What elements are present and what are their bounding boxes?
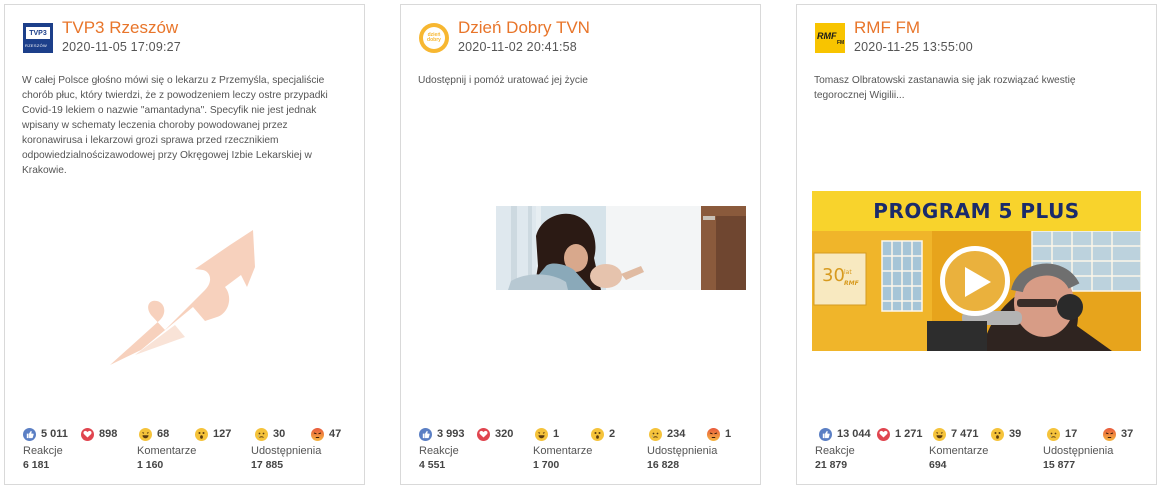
wow-icon — [591, 427, 604, 441]
post-text: Udostępnij i pomóż uratować jej życie — [418, 75, 588, 86]
haha-icon — [535, 427, 548, 441]
sad-icon — [649, 427, 662, 441]
love-icon — [877, 427, 890, 441]
stats-row: Reakcje 6 181 Komentarze 1 160 Udostępni… — [23, 445, 353, 477]
reaction-angry: 37 — [1103, 426, 1133, 442]
angry-icon — [311, 427, 324, 441]
badge-number: 30 — [822, 265, 845, 286]
source-name[interactable]: RMF FM — [854, 18, 920, 38]
sad-icon — [1047, 427, 1060, 441]
post-date: 2020-11-02 20:41:58 — [458, 40, 577, 54]
trend-arrow-image — [105, 225, 275, 370]
reaction-sad: 234 — [649, 426, 685, 442]
like-icon — [23, 427, 36, 441]
stat-reakcje: Reakcje 21 879 — [815, 445, 855, 471]
reaction-love: 1 271 — [877, 426, 923, 442]
wow-icon — [195, 427, 208, 441]
post-image[interactable] — [416, 206, 746, 290]
source-name[interactable]: TVP3 Rzeszów — [62, 18, 178, 38]
post-date: 2020-11-05 17:09:27 — [62, 40, 181, 54]
reaction-like: 3 993 — [419, 426, 465, 442]
haha-icon — [933, 427, 946, 441]
angry-icon — [707, 427, 720, 441]
post-text: W całej Polsce głośno mówi się o lekarzu… — [22, 75, 328, 176]
haha-icon — [139, 427, 152, 441]
stat-reakcje: Reakcje 6 181 — [23, 445, 63, 471]
angry-icon — [1103, 427, 1116, 441]
love-icon — [477, 427, 490, 441]
stat-komentarze: Komentarze 1 700 — [533, 445, 593, 471]
reaction-angry: 47 — [311, 426, 341, 442]
reaction-like: 13 044 — [819, 426, 871, 442]
source-name[interactable]: Dzień Dobry TVN — [458, 18, 590, 38]
stat-udostepnienia: Udostępnienia 15 877 — [1043, 445, 1114, 471]
reactions-bar: 13 044 1 271 7 471 39 17 37 — [815, 426, 1145, 442]
badge-sub: lat — [844, 269, 852, 276]
like-icon — [419, 427, 432, 441]
video-thumbnail[interactable]: PROGRAM 5 PLUS 30 lat RMF — [812, 191, 1141, 351]
play-button[interactable] — [940, 246, 1010, 316]
reaction-sad: 30 — [255, 426, 285, 442]
post-date: 2020-11-25 13:55:00 — [854, 40, 973, 54]
stat-udostepnienia: Udostępnienia 16 828 — [647, 445, 718, 471]
stat-reakcje: Reakcje 4 551 — [419, 445, 459, 471]
post-card-dziendobry[interactable]: dzień dobry Dzień Dobry TVN 2020-11-02 2… — [400, 4, 761, 485]
reaction-love: 320 — [477, 426, 513, 442]
stat-komentarze: Komentarze 1 160 — [137, 445, 197, 471]
reaction-haha: 7 471 — [933, 426, 979, 442]
stats-row: Reakcje 4 551 Komentarze 1 700 Udostępni… — [419, 445, 749, 477]
wow-icon — [991, 427, 1004, 441]
stats-row: Reakcje 21 879 Komentarze 694 Udostępnie… — [815, 445, 1145, 477]
post-card-tvp3[interactable]: TVP3 RZESZÓW TVP3 Rzeszów 2020-11-05 17:… — [4, 4, 365, 485]
reaction-like: 5 011 — [23, 426, 68, 442]
rmf-fm-logo: RMF FM — [815, 23, 845, 53]
reaction-sad: 17 — [1047, 426, 1077, 442]
post-card-rmffm[interactable]: RMF FM RMF FM 2020-11-25 13:55:00 Tomasz… — [796, 4, 1157, 485]
love-icon — [81, 427, 94, 441]
play-icon — [965, 267, 991, 297]
reaction-angry: 1 — [707, 426, 731, 442]
reaction-wow: 2 — [591, 426, 615, 442]
reactions-bar: 3 993 320 1 2 234 1 — [419, 426, 749, 442]
reaction-wow: 39 — [991, 426, 1021, 442]
reaction-haha: 1 — [535, 426, 559, 442]
stat-udostepnienia: Udostępnienia 17 885 — [251, 445, 322, 471]
like-icon — [819, 427, 832, 441]
tvp3-logo: TVP3 RZESZÓW — [23, 23, 53, 53]
video-banner: PROGRAM 5 PLUS — [812, 191, 1141, 231]
badge-brand: RMF — [844, 280, 860, 287]
reaction-wow: 127 — [195, 426, 231, 442]
post-text: Tomasz Olbratowski zastanawia się jak ro… — [814, 75, 1076, 101]
reaction-haha: 68 — [139, 426, 169, 442]
dzien-dobry-logo: dzień dobry — [419, 23, 449, 53]
stat-komentarze: Komentarze 694 — [929, 445, 989, 471]
reaction-love: 898 — [81, 426, 117, 442]
reactions-bar: 5 011 898 68 127 30 47 — [23, 426, 353, 442]
sad-icon — [255, 427, 268, 441]
